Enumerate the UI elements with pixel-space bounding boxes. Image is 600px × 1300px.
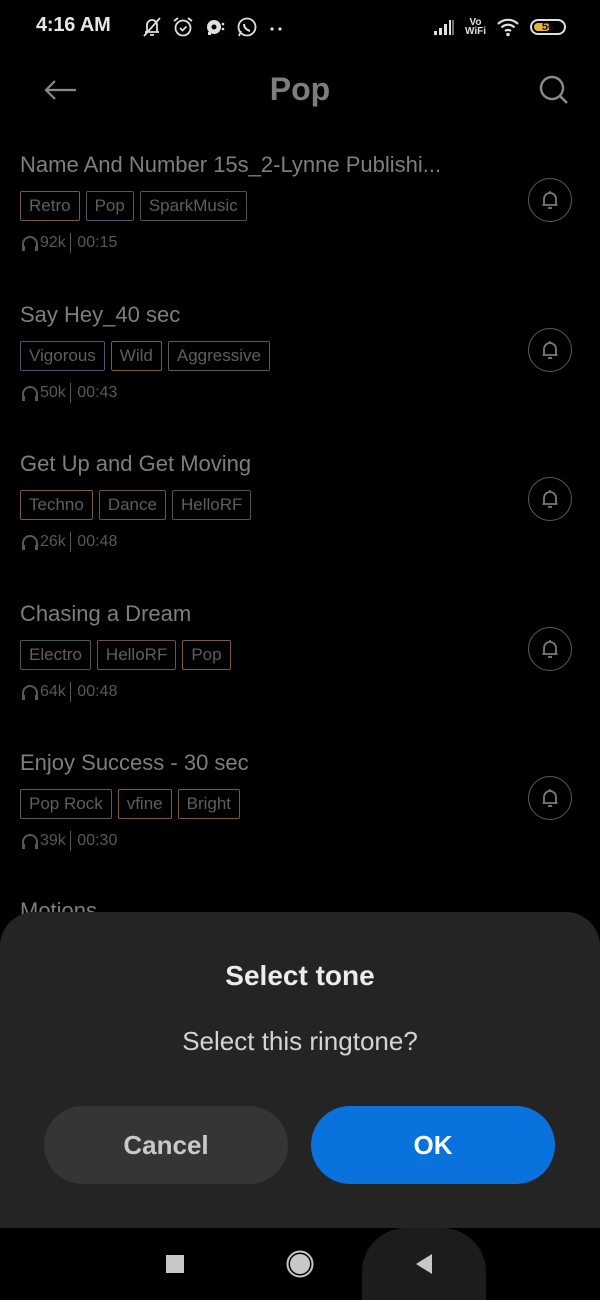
- home-button[interactable]: [240, 1228, 360, 1300]
- status-time: 4:16 AM: [36, 14, 111, 36]
- tag-chip[interactable]: Aggressive: [167, 340, 270, 371]
- headphones-icon: [22, 385, 38, 401]
- tag-chip[interactable]: SparkMusic: [139, 191, 247, 221]
- set-ringtone-button[interactable]: [528, 477, 572, 521]
- square-icon: [166, 1255, 184, 1273]
- play-count: 50k: [40, 383, 66, 401]
- app-header: Pop: [0, 60, 600, 122]
- ringtone-title: Chasing a Dream: [20, 600, 192, 626]
- ok-button[interactable]: OK: [311, 1106, 555, 1184]
- tag-chip[interactable]: vfine: [117, 789, 172, 819]
- bell-icon: [542, 639, 558, 658]
- duration: 00:15: [77, 234, 118, 251]
- headphones-icon: [22, 236, 38, 251]
- duration: 00:30: [77, 832, 118, 849]
- duration: 00:48: [77, 533, 118, 550]
- bell-icon: [542, 490, 558, 508]
- notifications-muted-icon: [142, 16, 162, 38]
- set-ringtone-button[interactable]: [528, 178, 572, 222]
- play-count: 64k: [40, 682, 66, 700]
- ringtone-title: Get Up and Get Moving: [20, 451, 252, 476]
- status-bar: 4:16 AM Vo WiFi 56: [0, 0, 600, 56]
- triangle-back-icon: [416, 1254, 432, 1274]
- cancel-button[interactable]: Cancel: [44, 1106, 288, 1184]
- ringtone-item[interactable]: Get Up and Get Moving Techno Dance HelloRF…: [0, 441, 600, 591]
- nav-back-button[interactable]: [362, 1228, 486, 1300]
- ringtone-item[interactable]: Enjoy Success - 30 sec Pop Rock vfine Brig…: [0, 740, 600, 890]
- ringtone-tags: Techno Dance HelloRF: [20, 490, 252, 520]
- tag-chip[interactable]: Techno: [20, 490, 93, 520]
- ringtone-item[interactable]: Name And Number 15s_2-Lynne Publishi... …: [0, 142, 600, 292]
- tag-chip[interactable]: Pop: [182, 639, 231, 670]
- ringtone-item[interactable]: Say Hey_40 sec Vigorous Wild Aggressive 50…: [0, 292, 600, 442]
- ringtone-title: Say Hey_40 sec: [20, 301, 181, 327]
- tag-chip[interactable]: Electro: [20, 639, 91, 670]
- notification-icons: [142, 14, 284, 40]
- tag-chip[interactable]: HelloRF: [96, 639, 177, 670]
- tag-chip[interactable]: Pop: [85, 191, 134, 221]
- play-count: 92k: [40, 234, 66, 251]
- set-ringtone-button[interactable]: [528, 626, 572, 671]
- dialog-message: Select this ringtone?: [182, 1026, 418, 1056]
- ringtone-meta: 92k 00:15: [20, 233, 117, 253]
- vowifi-bottom: WiFi: [464, 26, 486, 37]
- headphones-icon: [22, 684, 38, 700]
- dialog-title: Select tone: [225, 960, 375, 991]
- battery-icon: 56: [530, 19, 566, 35]
- ringtone-meta: 39k 00:30: [20, 831, 117, 851]
- tag-chip[interactable]: Pop Rock: [20, 789, 112, 819]
- tag-chip[interactable]: Retro: [20, 191, 80, 221]
- ringtone-tags: Pop Rock vfine Bright: [20, 789, 241, 819]
- play-count: 26k: [40, 533, 66, 550]
- whatsapp-icon: [236, 16, 258, 38]
- meta-divider: [69, 831, 72, 851]
- headphones-icon: [22, 834, 38, 849]
- meta-divider: [69, 382, 72, 403]
- bell-icon: [542, 789, 558, 807]
- search-button[interactable]: [534, 70, 574, 110]
- meta-divider: [69, 532, 72, 552]
- signal-icon: [433, 18, 455, 36]
- search-icon: [539, 75, 568, 104]
- headphones-icon: [22, 535, 38, 550]
- circle-icon: [286, 1250, 314, 1278]
- bell-icon: [542, 191, 558, 209]
- play-count: 39k: [40, 832, 66, 849]
- tag-chip[interactable]: Wild: [110, 340, 162, 371]
- ringtone-title: Enjoy Success - 30 sec: [20, 750, 249, 775]
- duration: 00:43: [77, 383, 118, 401]
- duration: 00:48: [77, 682, 118, 700]
- alarm-icon: [172, 16, 194, 38]
- ringtone-tags: Retro Pop SparkMusic: [20, 191, 247, 221]
- chat-bubble-icon: [204, 16, 226, 38]
- tag-chip[interactable]: Bright: [177, 789, 241, 819]
- ringtone-meta: 64k 00:48: [20, 681, 118, 702]
- tag-chip[interactable]: Vigorous: [20, 340, 105, 371]
- tag-chip[interactable]: HelloRF: [171, 490, 252, 520]
- bell-icon: [542, 340, 558, 359]
- recents-button[interactable]: [115, 1228, 235, 1300]
- meta-divider: [69, 681, 72, 702]
- ringtone-meta: 50k 00:43: [20, 382, 118, 403]
- more-dots-icon: [268, 16, 284, 38]
- set-ringtone-button[interactable]: [528, 327, 572, 372]
- ringtone-title: Name And Number 15s_2-Lynne Publishi...: [20, 152, 442, 177]
- ringtone-item[interactable]: Chasing a Dream Electro HelloRF Pop 64k 00…: [0, 591, 600, 741]
- ringtone-tags: Electro HelloRF Pop: [20, 639, 231, 670]
- ringtone-list: Name And Number 15s_2-Lynne Publishi... …: [0, 142, 600, 890]
- meta-divider: [69, 233, 72, 253]
- page-title: Pop: [269, 71, 331, 107]
- ringtone-tags: Vigorous Wild Aggressive: [20, 340, 270, 371]
- tag-chip[interactable]: Dance: [98, 490, 166, 520]
- wifi-icon: [496, 17, 520, 37]
- select-tone-dialog: Select tone Select this ringtone? Cancel…: [0, 912, 600, 1228]
- system-icons: Vo WiFi 56: [433, 14, 566, 40]
- vowifi-icon: Vo WiFi: [464, 18, 486, 37]
- battery-level: 56: [541, 21, 555, 33]
- set-ringtone-button[interactable]: [528, 776, 572, 820]
- ringtone-meta: 26k 00:48: [20, 532, 117, 552]
- navigation-bar: [0, 1228, 600, 1300]
